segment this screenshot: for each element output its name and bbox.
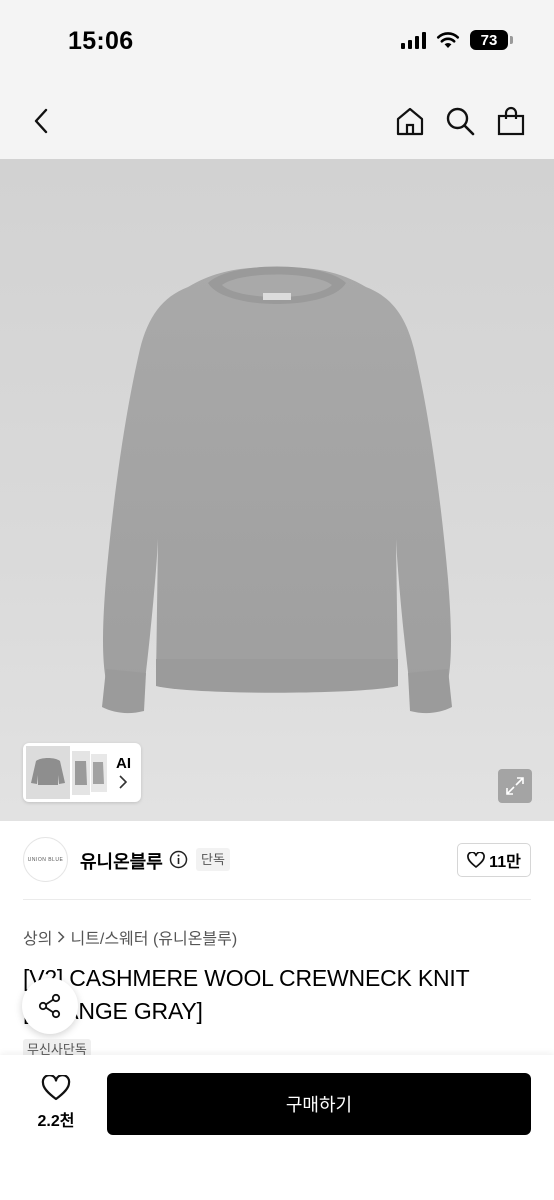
exclusive-badge: 단독 [196,848,230,871]
search-button[interactable] [441,102,479,140]
product-title: [V2] CASHMERE WOOL CREWNECK KNIT [ORANGE… [23,965,469,1024]
status-icons: 73 [401,30,513,50]
wishlist-count: 2.2천 [37,1113,75,1130]
status-bar: 15:06 73 [0,0,554,84]
battery-icon: 73 [470,30,513,50]
breadcrumb-category[interactable]: 상의 [23,925,52,949]
divider [23,899,531,900]
home-icon [396,107,424,136]
wifi-icon [436,32,460,48]
shopping-bag-icon [497,106,525,136]
brand-logo-text: UNION BLUE [27,856,64,863]
bottom-action-bar: 2.2천 구매하기 [0,1055,554,1200]
buy-button[interactable]: 구매하기 [107,1073,531,1135]
top-nav-bar [0,84,554,159]
search-icon [446,107,475,136]
brand-logo[interactable]: UNION BLUE [23,837,68,882]
cellular-signal-icon [401,31,426,49]
info-icon[interactable] [169,850,188,869]
expand-icon [506,777,524,795]
heart-icon [467,852,486,868]
breadcrumb-subcategory[interactable]: 니트/스웨터 (유니온블루) [70,925,237,949]
ai-thumbnail-strip[interactable]: AI [23,743,141,802]
chevron-right-icon [119,775,127,789]
cart-button[interactable] [492,102,530,140]
chevron-right-icon [58,931,66,943]
share-icon [38,993,61,1019]
home-button[interactable] [391,102,429,140]
heart-icon [41,1075,71,1101]
back-button[interactable] [22,102,60,140]
breadcrumb: 상의 니트/스웨터 (유니온블루) [23,925,237,949]
share-button[interactable] [22,978,78,1034]
brand-name[interactable]: 유니온블루 [80,848,163,874]
ai-label: AI [116,755,131,772]
chevron-left-icon [34,108,48,134]
expand-image-button[interactable] [498,769,532,803]
wishlist-button[interactable]: 2.2천 [30,1075,82,1131]
brand-like-button[interactable]: 11만 [457,843,531,877]
status-time: 15:06 [68,27,134,55]
product-image[interactable]: AI [0,159,554,821]
brand-like-count: 11만 [489,854,521,871]
thumbnail-images [26,746,107,799]
sweater-image [102,266,452,714]
